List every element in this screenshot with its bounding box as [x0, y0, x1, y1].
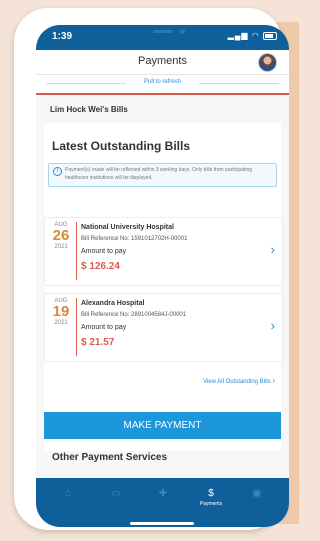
phone-notch — [124, 25, 202, 40]
bill-hospital: Alexandra Hospital — [81, 300, 145, 307]
signal-icon: ▂▄▆ — [227, 31, 249, 40]
info-notice: i Payment(s) made will be reflected with… — [48, 163, 277, 187]
bill-divider — [76, 298, 77, 356]
bill-reference: Bill Reference No: 2891004584J-00001 — [81, 312, 187, 318]
records-icon: ▭ — [111, 488, 121, 499]
more-icon: ▣ — [252, 488, 262, 499]
bill-date: AUG 19 2021 — [47, 298, 75, 326]
bill-hospital: National University Hospital — [81, 224, 174, 231]
status-bar: 1:39 ▂▄▆ ◠ — [36, 25, 289, 50]
bill-date: AUG 26 2021 — [47, 222, 75, 250]
tab-records[interactable]: ▭ — [102, 488, 130, 499]
pull-to-refresh[interactable]: Pull to refresh — [36, 75, 289, 95]
view-all-label: View All Outstanding Bills — [203, 379, 271, 385]
app-screen: 1:39 ▂▄▆ ◠ Payments Pull to refresh Lim … — [36, 25, 289, 527]
bill-year: 2021 — [54, 244, 68, 250]
page-title: Payments — [138, 55, 187, 67]
home-icon: ⌂ — [64, 488, 72, 499]
health-icon: ✚ — [158, 488, 168, 499]
tab-home[interactable]: ⌂ — [54, 488, 82, 499]
info-text: Payment(s) made will be reflected within… — [65, 167, 253, 181]
speaker-grille — [153, 30, 173, 33]
bill-amount-label: Amount to pay — [81, 248, 127, 255]
bill-amount: $ 21.57 — [81, 337, 115, 348]
bill-divider — [76, 222, 77, 280]
wifi-icon: ◠ — [251, 31, 260, 40]
tab-health[interactable]: ✚ — [149, 488, 177, 499]
tab-payments[interactable]: $ Payments — [197, 488, 225, 507]
chevron-right-icon: › — [272, 376, 275, 385]
phone-frame: 1:39 ▂▄▆ ◠ Payments Pull to refresh Lim … — [14, 8, 289, 530]
latest-bills-card: Latest Outstanding Bills i Payment(s) ma… — [44, 123, 283, 451]
refresh-label: Pull to refresh — [143, 79, 182, 85]
bill-day: 26 — [52, 227, 70, 244]
navigation-bar: Payments — [36, 50, 289, 75]
bill-reference: Bill Reference No: 1591012702H-00001 — [81, 236, 188, 242]
info-icon: i — [53, 167, 62, 176]
avatar[interactable] — [258, 53, 277, 72]
camera-icon — [180, 29, 185, 34]
make-payment-button[interactable]: MAKE PAYMENT — [44, 412, 281, 439]
bill-item[interactable]: AUG 19 2021 Alexandra Hospital Bill Refe… — [44, 293, 283, 362]
bill-item[interactable]: AUG 26 2021 National University Hospital… — [44, 217, 283, 286]
chevron-right-icon[interactable]: › — [271, 318, 275, 333]
view-all-bills-link[interactable]: View All Outstanding Bills › — [44, 376, 275, 385]
bill-year: 2021 — [54, 320, 68, 326]
bill-day: 19 — [52, 303, 70, 320]
tab-payments-label: Payments — [199, 501, 223, 507]
status-time: 1:39 — [52, 31, 73, 42]
latest-bills-heading: Latest Outstanding Bills — [52, 139, 191, 153]
bill-amount: $ 126.24 — [81, 261, 120, 272]
battery-icon — [263, 31, 277, 40]
dollar-icon: $ — [208, 488, 214, 499]
home-indicator — [130, 522, 194, 525]
bill-amount-label: Amount to pay — [81, 324, 127, 331]
chevron-right-icon[interactable]: › — [271, 242, 275, 257]
status-icons: ▂▄▆ ◠ — [228, 31, 277, 40]
refresh-rule-right — [199, 83, 279, 84]
other-services-heading: Other Payment Services — [52, 452, 168, 463]
bills-owner-title: Lim Hock Wei's Bills — [50, 105, 128, 114]
tab-bar: ⌂ ▭ ✚ $ Payments ▣ — [36, 478, 289, 527]
tab-more[interactable]: ▣ — [243, 488, 271, 499]
